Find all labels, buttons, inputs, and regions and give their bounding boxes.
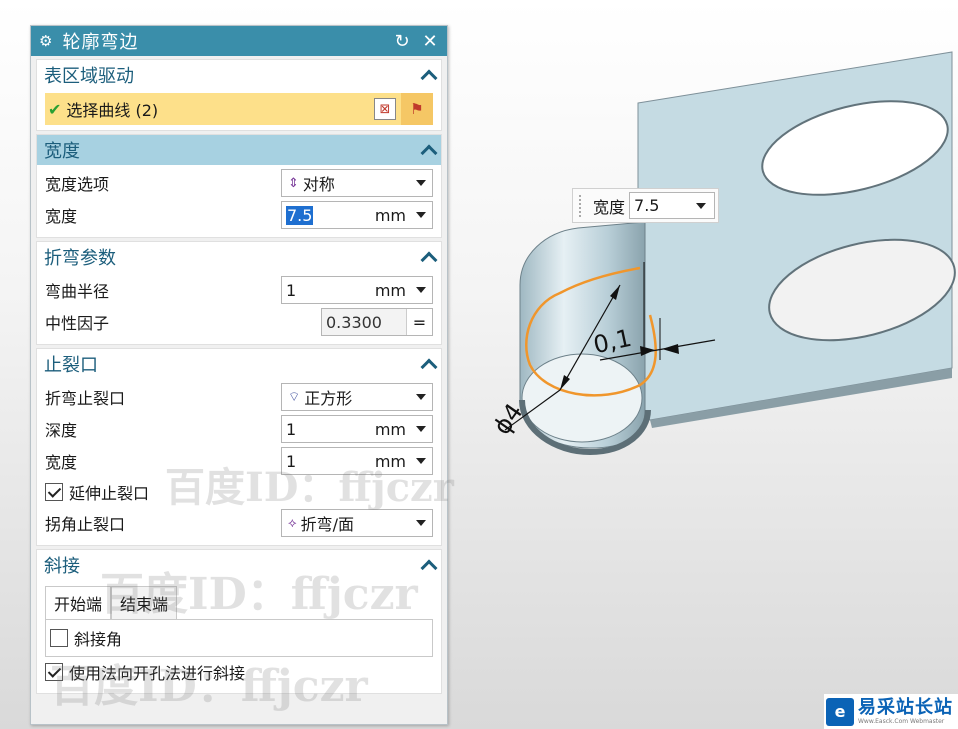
floating-width-box: 宽度 7.5 — [572, 188, 719, 223]
section-header-miter[interactable]: 斜接 — [37, 550, 441, 580]
section-relief: 止裂口 折弯止裂口 ⌔ 正方形 深度 1 mm 宽度 1 mm 延伸止裂口 拐角… — [36, 348, 442, 546]
depth-value: 1 — [286, 419, 297, 439]
dialog-titlebar: ⚙ 轮廓弯边 ↻ ✕ — [31, 26, 447, 56]
extend-relief-checkbox[interactable] — [45, 483, 63, 501]
tab-finish-end[interactable]: 结束端 — [111, 586, 178, 619]
width-option-value: 对称 — [302, 175, 335, 194]
section-title: 宽度 — [44, 141, 80, 162]
chevron-down-icon — [416, 180, 426, 186]
select-curve-row[interactable]: ✔ 选择曲线 (2) ⊠ ⚑ — [45, 93, 433, 125]
chevron-down-icon[interactable] — [416, 458, 426, 464]
width-option-label: 宽度选项 — [45, 175, 110, 194]
section-header-width[interactable]: 宽度 — [37, 135, 441, 165]
miter-corner-checkbox[interactable] — [50, 629, 68, 647]
k-factor-field[interactable]: 0.3300 = — [321, 308, 433, 336]
depth-unit: mm — [374, 419, 406, 439]
logo-icon: e — [826, 697, 854, 726]
depth-label: 深度 — [45, 421, 78, 440]
logo-url: Www.Easck.Com Webmaster — [858, 717, 945, 725]
extend-relief-label: 延伸止裂口 — [69, 484, 150, 503]
relief-width-unit: mm — [374, 451, 406, 471]
chevron-down-icon — [416, 520, 426, 526]
width-field[interactable]: 7.5 mm — [281, 201, 433, 229]
extend-relief-option[interactable]: 延伸止裂口 — [45, 477, 433, 507]
check-icon: ✔ — [48, 99, 62, 119]
logo-name: 易采站长站 — [858, 696, 953, 718]
close-icon[interactable]: ✕ — [421, 31, 439, 52]
sketch-section-icon[interactable]: ⚑ — [401, 93, 433, 125]
section-bend-params: 折弯参数 弯曲半径 1 mm 中性因子 0.3300 = — [36, 241, 442, 345]
select-curve-label: 选择曲线 (2) — [66, 101, 159, 120]
normal-hole-label: 使用法向开孔法进行斜接 — [69, 664, 246, 683]
dialog-title: 轮廓弯边 — [62, 32, 139, 53]
relief-width-label: 宽度 — [45, 453, 78, 472]
bend-radius-label: 弯曲半径 — [45, 282, 110, 301]
contour-flange-dialog: ⚙ 轮廓弯边 ↻ ✕ 表区域驱动 ✔ 选择曲线 (2) ⊠ ⚑ 宽度 宽度选项 … — [30, 25, 448, 725]
curve-rule-icon[interactable]: ⊠ — [374, 98, 396, 120]
corner-relief-label: 拐角止裂口 — [45, 515, 126, 534]
chevron-down-icon[interactable] — [416, 287, 426, 293]
symmetric-icon: ⇕ — [288, 175, 299, 191]
section-surface-drive: 表区域驱动 ✔ 选择曲线 (2) ⊠ ⚑ — [36, 59, 442, 131]
chevron-down-icon — [696, 202, 707, 209]
normal-hole-checkbox[interactable] — [45, 663, 63, 681]
reset-icon[interactable]: ↻ — [393, 31, 411, 52]
section-header-drive[interactable]: 表区域驱动 — [37, 60, 441, 90]
square-relief-icon: ⌔ — [288, 390, 301, 405]
miter-corner-option[interactable]: 斜接角 — [50, 623, 122, 653]
width-option-dropdown[interactable]: ⇕ 对称 — [281, 169, 433, 197]
width-value: 7.5 — [286, 205, 314, 225]
relief-width-value: 1 — [286, 451, 297, 471]
tab-start-end[interactable]: 开始端 — [45, 586, 112, 619]
corner-relief-dropdown[interactable]: ⟡ 折弯/面 — [281, 509, 433, 537]
section-title: 止裂口 — [44, 355, 98, 376]
miter-corner-label: 斜接角 — [74, 630, 123, 649]
site-logo: e 易采站长站 Www.Easck.Com Webmaster — [824, 694, 958, 729]
bend-radius-field[interactable]: 1 mm — [281, 276, 433, 304]
chevron-up-icon[interactable] — [421, 143, 435, 157]
bend-relief-value: 正方形 — [304, 389, 353, 408]
floating-width-value: 7.5 — [634, 196, 660, 215]
section-title: 表区域驱动 — [44, 66, 134, 87]
section-miter: 斜接 开始端 结束端 斜接角 使用法向开孔法进行斜接 — [36, 549, 442, 694]
chevron-up-icon[interactable] — [421, 357, 435, 371]
section-header-bend[interactable]: 折弯参数 — [37, 242, 441, 272]
equals-button[interactable]: = — [406, 309, 432, 335]
corner-relief-value: 折弯/面 — [300, 515, 354, 534]
section-title: 斜接 — [44, 556, 80, 577]
section-width: 宽度 宽度选项 ⇕ 对称 宽度 7.5 mm — [36, 134, 442, 238]
chevron-up-icon[interactable] — [421, 558, 435, 572]
depth-field[interactable]: 1 mm — [281, 415, 433, 443]
drag-grip[interactable] — [579, 194, 583, 217]
chevron-down-icon[interactable] — [416, 426, 426, 432]
floating-width-label: 宽度 — [593, 197, 626, 217]
section-title: 折弯参数 — [44, 248, 116, 269]
bend-relief-dropdown[interactable]: ⌔ 正方形 — [281, 383, 433, 411]
chevron-down-icon — [416, 394, 426, 400]
chevron-up-icon[interactable] — [421, 68, 435, 82]
corner-relief-icon: ⟡ — [288, 515, 297, 531]
bend-radius-value: 1 — [286, 280, 297, 300]
chevron-down-icon[interactable] — [416, 212, 426, 218]
bend-radius-unit: mm — [374, 280, 406, 300]
chevron-up-icon[interactable] — [421, 250, 435, 264]
floating-width-dropdown[interactable]: 7.5 — [629, 192, 716, 219]
gear-icon: ⚙ — [39, 32, 53, 50]
normal-hole-option[interactable]: 使用法向开孔法进行斜接 — [45, 657, 433, 687]
section-header-relief[interactable]: 止裂口 — [37, 349, 441, 379]
relief-width-field[interactable]: 1 mm — [281, 447, 433, 475]
k-factor-label: 中性因子 — [45, 314, 110, 333]
width-unit: mm — [374, 205, 406, 225]
k-factor-value: 0.3300 — [322, 309, 406, 335]
bend-relief-label: 折弯止裂口 — [45, 389, 126, 408]
width-label: 宽度 — [45, 207, 78, 226]
